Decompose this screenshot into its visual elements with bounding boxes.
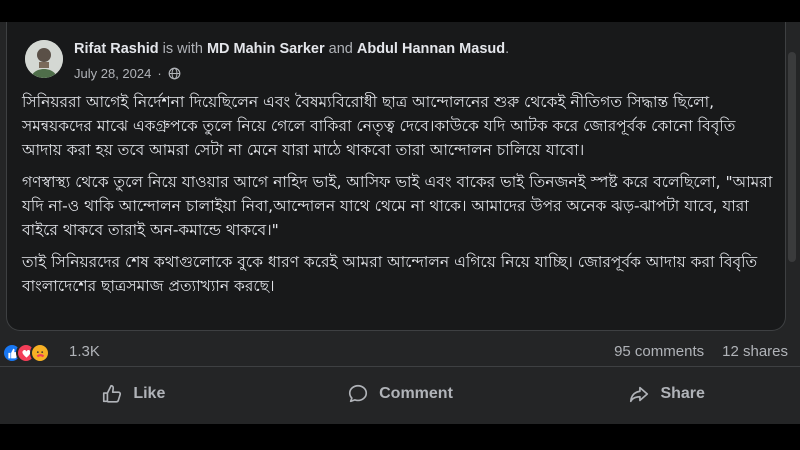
post-body: সিনিয়ররা আগেই নির্দেশনা দিয়েছিলেন এবং … [22,90,780,306]
scrollbar[interactable] [788,52,796,262]
author-avatar[interactable] [25,40,63,78]
tagged-user-2[interactable]: Abdul Hannan Masud [357,41,505,57]
comments-count[interactable]: 95 comments [614,343,704,360]
post-paragraph-2: গণস্বাস্থ্য থেকে তুলে নিয়ে যাওয়ার আগে … [22,173,773,239]
like-button[interactable]: Like [0,372,267,416]
globe-icon [168,67,181,80]
like-label: Like [133,385,166,402]
comment-label: Comment [379,385,453,402]
share-label: Share [660,385,705,402]
reactions-bar: 1.3K 95 comments 12 shares [0,340,800,366]
header-period: . [505,41,510,57]
post-date[interactable]: July 28, 2024 [74,66,151,81]
post-meta: July 28, 2024 · [74,66,181,81]
comment-button[interactable]: Comment [267,372,534,416]
share-button[interactable]: Share [533,372,800,416]
share-icon [630,386,649,403]
engagement-counts: 95 comments 12 shares [614,343,788,360]
reaction-count[interactable]: 1.3K [69,343,100,360]
thumbs-up-icon [103,384,122,403]
meta-separator: · [157,66,162,81]
and-text: and [328,41,353,57]
care-icon [30,343,50,363]
post-actions: Like Comment Share [0,372,800,416]
author-name[interactable]: Rifat Rashid [74,41,159,57]
with-text: is with [162,41,203,57]
post-card: Rifat Rashid is with MD Mahin Sarker and… [6,22,786,331]
tagged-user-1[interactable]: MD Mahin Sarker [207,41,325,57]
post-paragraph-1: সিনিয়ররা আগেই নির্দেশনা দিয়েছিলেন এবং … [22,93,736,159]
comment-icon [349,384,368,403]
post-header: Rifat Rashid is with MD Mahin Sarker and… [74,41,509,57]
shares-count[interactable]: 12 shares [722,343,788,360]
reaction-icons[interactable] [2,340,50,366]
post-paragraph-3: তাই সিনিয়রদের শেষ কথাগুলোকে বুকে ধারণ ক… [22,253,758,295]
divider [0,366,800,367]
